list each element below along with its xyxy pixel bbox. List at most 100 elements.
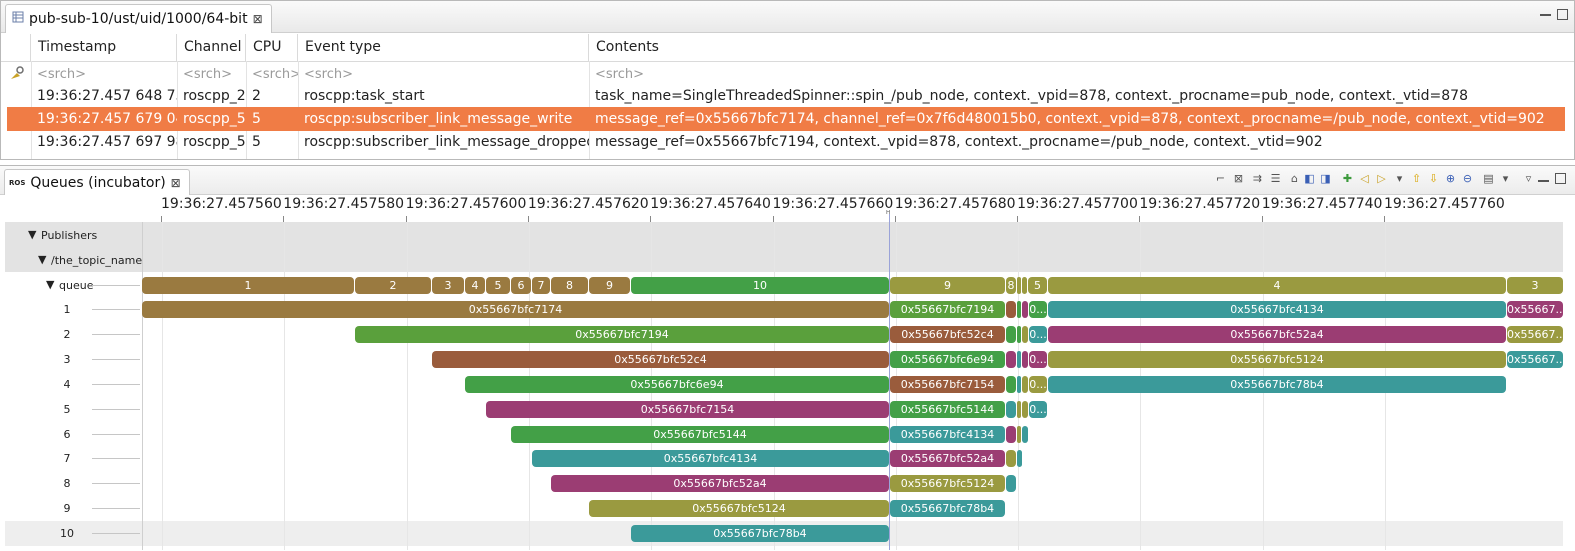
zoom-out-icon[interactable]: ⊖	[1460, 171, 1475, 186]
queue-state-bar[interactable]: 0x55667bfc6e94	[465, 375, 889, 393]
prev-bookmark-icon[interactable]: ◁	[1357, 171, 1372, 186]
queue-state-bar[interactable]: 0x55667bfc52a4	[1048, 325, 1506, 343]
tree-label-queue-row[interactable]: 5	[56, 403, 78, 416]
queue-state-bar[interactable]: 10	[631, 277, 889, 294]
queue-state-bar[interactable]: 0x55667bfc78b4	[631, 525, 889, 543]
queue-state-bar[interactable]: 0x55667bfc4134	[1048, 301, 1506, 318]
queue-state-bar[interactable]: 0x55667bfc78b4	[1048, 375, 1506, 393]
tree-label-queue-row[interactable]: 3	[56, 353, 78, 366]
queue-state-bar[interactable]	[1022, 350, 1028, 368]
next-event-icon[interactable]: ◨	[1318, 171, 1333, 186]
tree-row-publishers[interactable]	[5, 222, 1563, 247]
expand-queue-icon[interactable]: ▼	[46, 278, 54, 291]
queue-state-bar[interactable]	[1006, 375, 1016, 393]
queue-state-bar[interactable]: 0x55667bfc52a4	[890, 450, 1005, 468]
queue-state-bar[interactable]: 0...	[1029, 301, 1047, 318]
queue-state-bar[interactable]: 0x55667bfc52a4	[551, 475, 889, 493]
queue-state-bar[interactable]	[1017, 325, 1021, 343]
queue-state-bar[interactable]: 0...	[1029, 400, 1047, 418]
queue-state-bar[interactable]	[1006, 301, 1016, 318]
queue-state-bar[interactable]: 0x55667bfc5124	[589, 500, 889, 518]
queue-state-bar[interactable]: 9	[589, 277, 630, 294]
queue-state-bar[interactable]: 0...	[1029, 350, 1047, 368]
search-input-contents[interactable]: <srch>	[589, 63, 1564, 86]
tree-label-queue-row[interactable]: 10	[56, 527, 78, 540]
col-header-contents[interactable]: Contents	[589, 34, 1564, 61]
view-menu-chevron-icon[interactable]: ▿	[1521, 171, 1536, 186]
queue-state-bar[interactable]: 0x55667bfc5124	[1048, 350, 1506, 368]
search-filter-icon[interactable]	[9, 65, 25, 85]
queue-state-bar[interactable]: 0x55667bfc7194	[355, 325, 889, 343]
queue-state-bar[interactable]	[1006, 450, 1016, 468]
queue-state-bar[interactable]: 3	[432, 277, 464, 294]
queue-state-bar[interactable]: 9	[890, 277, 1005, 294]
queue-state-bar[interactable]: 0...	[1029, 325, 1047, 343]
home-icon[interactable]: ⌂	[1287, 171, 1302, 186]
queue-state-bar[interactable]: 0x55667bfc5124	[890, 475, 1005, 493]
queue-state-bar[interactable]: 0x55667bfc4134	[890, 425, 1005, 443]
search-input-timestamp[interactable]: <srch>	[31, 63, 177, 86]
queue-state-bar[interactable]: 0x55667bfc4134	[532, 450, 889, 468]
queue-state-bar[interactable]: 0x55667...	[1507, 301, 1563, 318]
queue-state-bar[interactable]	[1006, 400, 1016, 418]
queue-state-bar[interactable]: 7	[532, 277, 550, 294]
col-header-event-type[interactable]: Event type	[298, 34, 589, 61]
filter-icon[interactable]: ☰	[1268, 171, 1283, 186]
queue-state-bar[interactable]	[1022, 325, 1028, 343]
queue-state-bar[interactable]: 6	[511, 277, 531, 294]
queue-state-bar[interactable]	[1017, 277, 1021, 294]
search-input-event-type[interactable]: <srch>	[298, 63, 589, 86]
queue-state-bar[interactable]	[1017, 301, 1021, 318]
tree-label-queue-row[interactable]: 1	[56, 303, 78, 316]
chevron-down-icon[interactable]: ▾	[1498, 171, 1513, 186]
queue-state-bar[interactable]: 2	[355, 277, 431, 294]
queue-state-bar[interactable]: 3	[1507, 277, 1563, 294]
queues-view-tab[interactable]: ROS Queues (incubator) ⊠	[4, 169, 190, 195]
tree-row-topic[interactable]	[5, 247, 1563, 272]
tree-label-queue-row[interactable]: 2	[56, 328, 78, 341]
col-header-cpu[interactable]: CPU	[246, 34, 298, 61]
legend-icon[interactable]: ⇉	[1250, 171, 1265, 186]
queue-state-bar[interactable]: 4	[1048, 277, 1506, 294]
next-bookmark-icon[interactable]: ▷	[1374, 171, 1389, 186]
queue-state-bar[interactable]	[1022, 375, 1028, 393]
queue-state-bar[interactable]: 8	[551, 277, 588, 294]
queue-state-bar[interactable]	[1006, 325, 1016, 343]
tree-label-queue-row[interactable]: 9	[56, 502, 78, 515]
queue-state-bar[interactable]	[1017, 425, 1021, 443]
hide-arrows-icon[interactable]: ⊠	[1231, 171, 1246, 186]
queue-state-bar[interactable]: 0...	[1029, 375, 1047, 393]
queue-state-bar[interactable]	[1017, 450, 1022, 468]
dropdown-icon[interactable]: ▾	[1392, 171, 1407, 186]
tree-label-queue-row[interactable]: 8	[56, 477, 78, 490]
queue-state-bar[interactable]: 0x55667bfc52c4	[890, 325, 1005, 343]
search-input-channel[interactable]: <srch>	[177, 63, 246, 86]
search-input-cpu[interactable]: <srch>	[246, 63, 298, 86]
add-bookmark-icon[interactable]: ✚	[1340, 171, 1355, 186]
queue-state-bar[interactable]	[1022, 277, 1027, 294]
arrow-up-icon[interactable]: ⇧	[1409, 171, 1424, 186]
queue-state-bar[interactable]: 5	[1028, 277, 1047, 294]
queue-state-bar[interactable]: 0x55667bfc7194	[890, 301, 1005, 318]
queue-state-bar[interactable]: 4	[465, 277, 485, 294]
queue-state-bar[interactable]: 0x55667bfc7154	[890, 375, 1005, 393]
queue-state-bar[interactable]: 0x55667bfc7174	[142, 301, 889, 318]
queue-state-bar[interactable]: 0x55667...	[1507, 325, 1563, 343]
minimize-icon[interactable]	[1538, 180, 1549, 182]
prev-event-icon[interactable]: ◧	[1302, 171, 1317, 186]
queue-state-bar[interactable]: 0x55667bfc7154	[486, 400, 889, 418]
queue-state-bar[interactable]: 0x55667bfc5144	[890, 400, 1005, 418]
queue-state-bar[interactable]: 5	[486, 277, 510, 294]
tree-label-queue-row[interactable]: 6	[56, 428, 78, 441]
time-cursor[interactable]	[889, 214, 890, 550]
queue-state-bar[interactable]	[1017, 400, 1021, 418]
queue-state-bar[interactable]: 0x55667bfc78b4	[890, 500, 1005, 518]
queue-state-bar[interactable]	[1006, 350, 1016, 368]
expand-topic-icon[interactable]: ▼	[38, 253, 46, 266]
expand-publishers-icon[interactable]: ▼	[28, 228, 36, 241]
queue-state-bar[interactable]	[1017, 350, 1021, 368]
queue-state-bar[interactable]	[1017, 375, 1021, 393]
queue-state-bar[interactable]	[1006, 475, 1016, 493]
close-icon[interactable]: ⊠	[171, 176, 181, 190]
maximize-icon[interactable]	[1557, 9, 1568, 20]
